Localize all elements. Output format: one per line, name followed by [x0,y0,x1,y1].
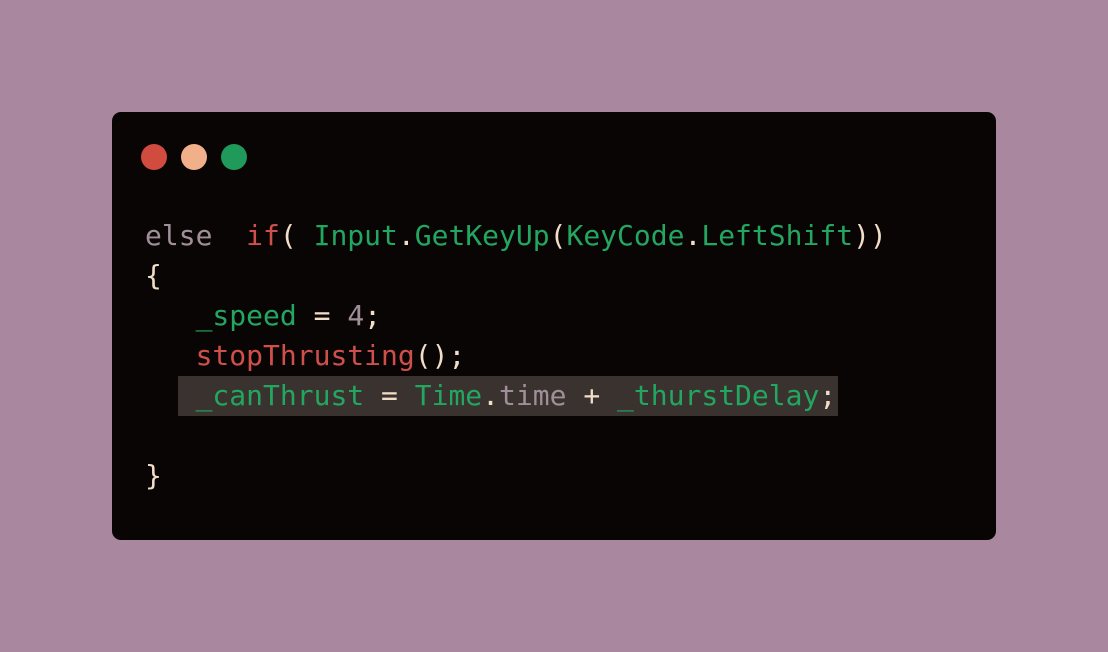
code-token: _thurstDelay [617,379,820,412]
code-token: . [482,379,500,412]
code-token: if [246,219,280,252]
code-token: = [364,379,415,412]
code-token: Input [313,219,398,252]
code-token: ; [364,299,382,332]
code-line: } [145,456,887,496]
code-token: . [397,219,415,252]
code-token: } [145,459,162,492]
code-token: else [145,219,213,252]
code-token: ( [279,219,314,252]
code-line: else if( Input.GetKeyUp(KeyCode.LeftShif… [145,216,887,256]
code-line: _speed = 4; [145,296,887,336]
code-token: Time [414,379,483,412]
code-token: _canThrust [195,379,365,412]
code-block: else if( Input.GetKeyUp(KeyCode.LeftShif… [145,216,887,496]
highlighted-line: _canThrust = Time.time + _thurstDelay; [177,376,839,416]
background: { "window": { "buttons": [ {"name": "clo… [0,0,1108,652]
code-token: = [296,299,348,332]
minimize-button[interactable] [181,144,207,170]
code-token: )) [853,219,887,252]
code-token: GetKeyUp [414,219,550,252]
code-line: stopThrusting(); [145,336,887,376]
code-line: { [145,256,887,296]
code-token: stopThrusting [195,339,415,372]
code-token: ( [549,219,567,252]
code-token: _speed [195,299,297,332]
code-token: ; [819,379,837,412]
code-token: 4 [347,299,365,332]
code-token: + [566,379,618,412]
code-window: else if( Input.GetKeyUp(KeyCode.LeftShif… [112,112,996,540]
close-button[interactable] [141,144,167,170]
code-token: (); [414,339,466,372]
code-token: time [499,379,567,412]
code-token: LeftShift [701,219,854,252]
code-token: { [145,259,162,292]
window-controls [141,144,247,170]
code-line: _canThrust = Time.time + _thurstDelay; [145,376,887,416]
code-token: . [684,219,702,252]
code-token: KeyCode [566,219,685,252]
maximize-button[interactable] [221,144,247,170]
